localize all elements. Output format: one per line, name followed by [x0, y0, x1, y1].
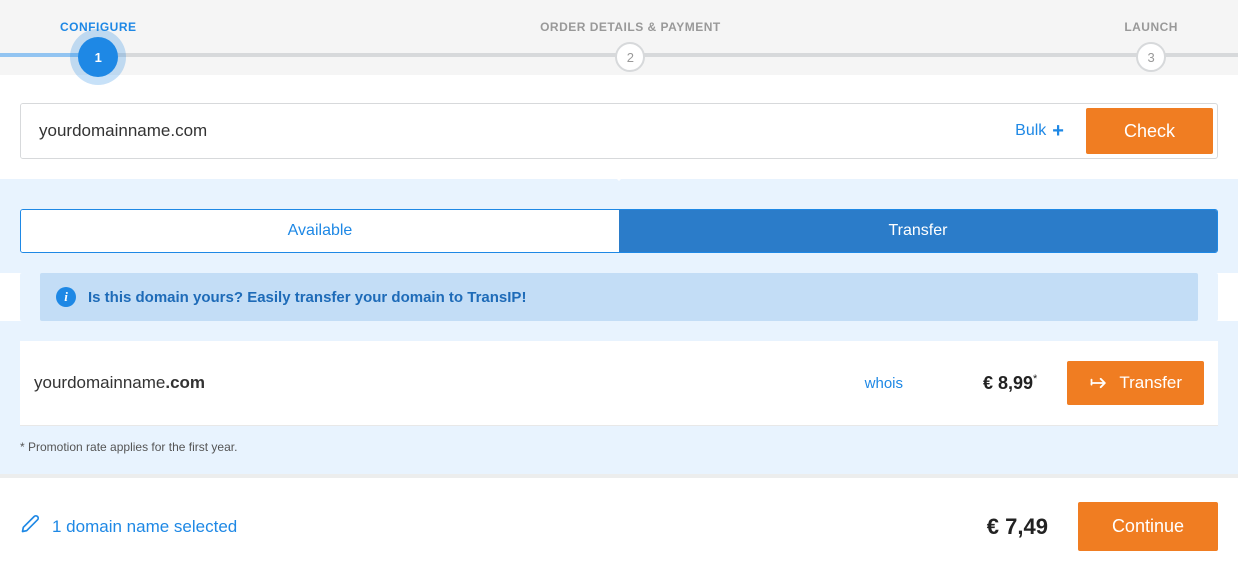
step-configure[interactable]: CONFIGURE 1	[60, 20, 137, 77]
info-icon: i	[56, 287, 76, 307]
edit-icon[interactable]	[20, 514, 40, 539]
check-button[interactable]: Check	[1086, 108, 1213, 154]
domain-search-input[interactable]	[21, 104, 997, 158]
domain-sld: yourdomainname	[34, 373, 165, 392]
tab-transfer[interactable]: Transfer	[619, 210, 1217, 252]
plus-icon: +	[1052, 120, 1064, 143]
tab-available[interactable]: Available	[21, 210, 619, 252]
step-label: ORDER DETAILS & PAYMENT	[540, 20, 721, 34]
promo-note: * Promotion rate applies for the first y…	[20, 426, 1218, 454]
step-order-details[interactable]: ORDER DETAILS & PAYMENT 2	[540, 20, 721, 77]
step-circle: 1	[78, 37, 118, 77]
domain-result-row: yourdomainname.com whois € 8,99* Transfe…	[20, 341, 1218, 426]
info-text: Is this domain yours? Easily transfer yo…	[88, 289, 526, 306]
domain-price: € 8,99*	[983, 373, 1037, 394]
tabs-section: Available Transfer	[0, 179, 1238, 273]
price-asterisk: *	[1033, 373, 1037, 385]
step-label: LAUNCH	[1124, 20, 1178, 34]
bulk-button[interactable]: Bulk +	[997, 104, 1082, 158]
step-launch[interactable]: LAUNCH 3	[1124, 20, 1178, 77]
search-row: Bulk + Check	[20, 103, 1218, 159]
selected-count[interactable]: 1 domain name selected	[52, 517, 987, 537]
bulk-label: Bulk	[1015, 122, 1046, 140]
transfer-button-label: Transfer	[1119, 373, 1182, 393]
step-circle: 3	[1136, 42, 1166, 72]
results-section: yourdomainname.com whois € 8,99* Transfe…	[0, 321, 1238, 474]
domain-tld: .com	[165, 373, 205, 392]
transfer-arrow-icon	[1089, 374, 1109, 392]
domain-name: yourdomainname.com	[34, 373, 865, 393]
step-circle: 2	[615, 42, 645, 72]
continue-button[interactable]: Continue	[1078, 502, 1218, 551]
search-section: Bulk + Check	[0, 75, 1238, 179]
transfer-button[interactable]: Transfer	[1067, 361, 1204, 405]
total-price: € 7,49	[987, 514, 1048, 540]
step-label: CONFIGURE	[60, 20, 137, 34]
footer-bar: 1 domain name selected € 7,49 Continue	[0, 474, 1238, 575]
info-banner: i Is this domain yours? Easily transfer …	[20, 273, 1218, 321]
whois-link[interactable]: whois	[865, 375, 903, 392]
tabs: Available Transfer	[20, 209, 1218, 253]
progress-stepper: CONFIGURE 1 ORDER DETAILS & PAYMENT 2 LA…	[0, 0, 1238, 75]
